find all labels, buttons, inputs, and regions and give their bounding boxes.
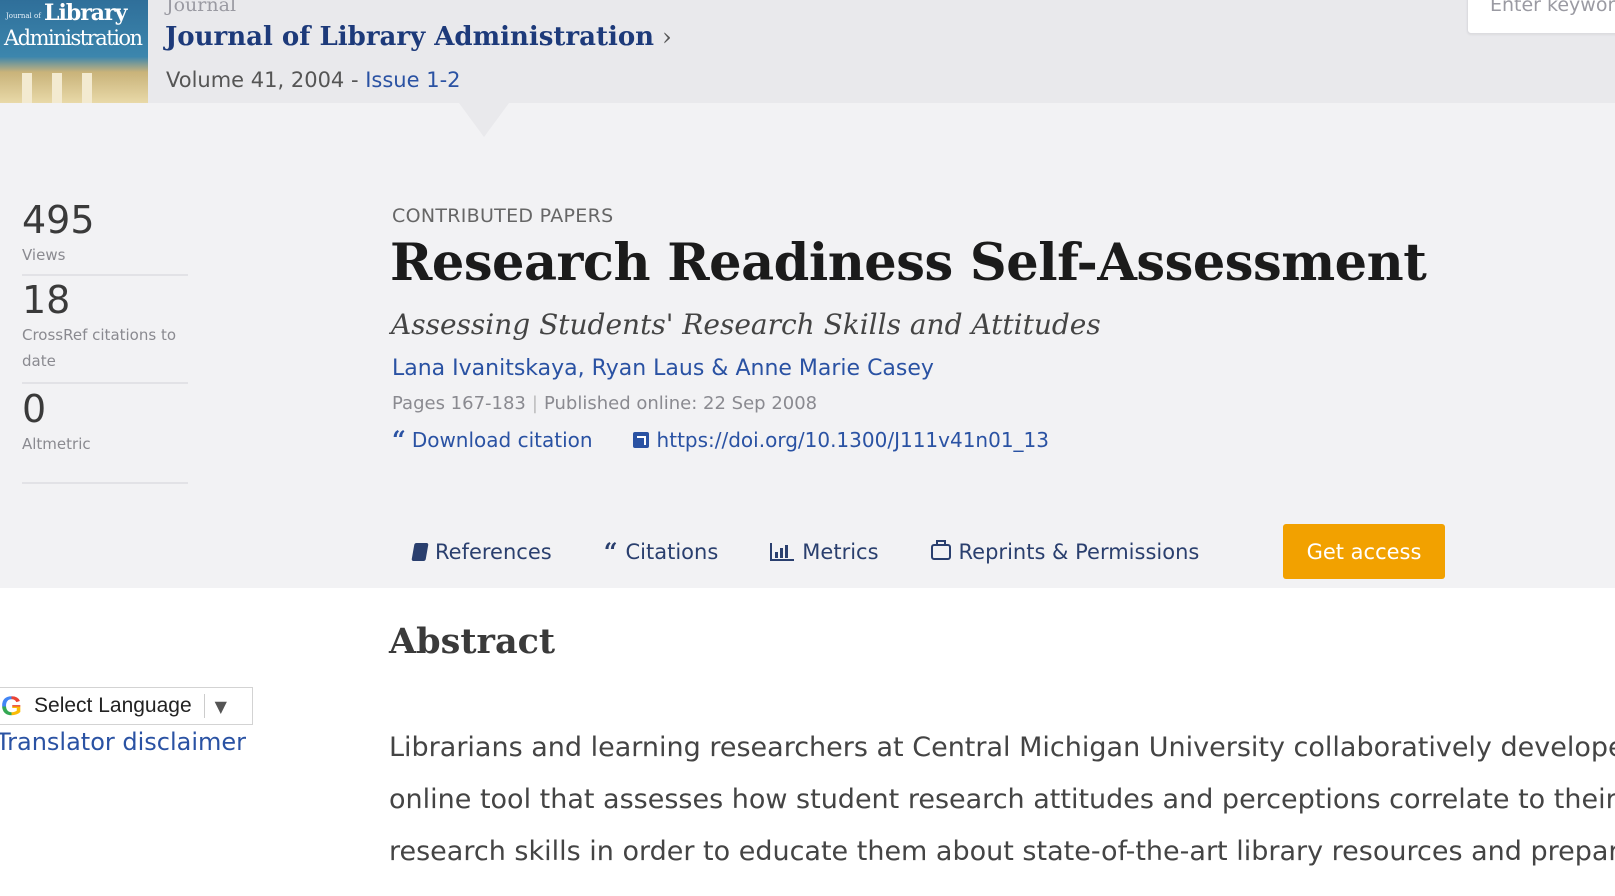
cover-pillar — [22, 73, 32, 103]
translator-disclaimer-link[interactable]: Translator disclaimer — [0, 728, 246, 756]
pages-text: Pages 167-183 — [392, 393, 526, 414]
views-count: 495 — [22, 198, 95, 242]
divider — [203, 694, 205, 718]
search-box[interactable] — [1467, 0, 1615, 34]
tab-citations[interactable]: “ Citations — [603, 537, 719, 566]
cover-pillar — [52, 73, 62, 103]
views-label: Views — [22, 246, 66, 264]
publication-info: Pages 167-183 | Published online: 22 Sep 2… — [392, 393, 817, 414]
cover-text-line2: Administration — [4, 26, 143, 50]
book-icon — [411, 543, 429, 561]
abstract-body: Librarians and learning researchers at C… — [389, 722, 1615, 878]
author-link[interactable]: Lana Ivanitskaya — [392, 356, 578, 381]
metric-altmetric[interactable]: 0 Altmetric — [22, 387, 188, 484]
divider: | — [531, 393, 538, 414]
section-label: CONTRIBUTED PAPERS — [392, 205, 614, 227]
author-list: Lana Ivanitskaya, Ryan Laus & Anne Marie… — [392, 356, 934, 381]
article-title: Research Readiness Self-Assessment — [390, 233, 1427, 293]
author-link[interactable]: Anne Marie Casey — [735, 356, 933, 381]
tab-reprints-permissions[interactable]: Reprints & Permissions — [930, 540, 1200, 564]
tab-metrics-label[interactable]: Metrics — [802, 540, 878, 564]
published-date: Published online: 22 Sep 2008 — [543, 393, 818, 414]
volume-text: Volume 41, 2004 — [166, 68, 345, 92]
altmetric-label: Altmetric — [22, 435, 91, 453]
doi-text[interactable]: https://doi.org/10.1300/J111v41n01_13 — [657, 428, 1049, 452]
issue-link[interactable]: Issue 1-2 — [365, 68, 460, 92]
journal-title-link[interactable]: Journal of Library Administration › — [165, 22, 672, 52]
article-tabs: References “ Citations Metrics Reprints … — [411, 524, 1251, 580]
search-input[interactable] — [1488, 0, 1615, 17]
volume-separator: - — [344, 68, 366, 92]
google-logo-icon: G — [1, 690, 23, 721]
altmetric-count: 0 — [22, 387, 47, 431]
doi-link[interactable]: https://doi.org/10.1300/J111v41n01_13 — [632, 428, 1049, 452]
tab-references[interactable]: References — [411, 540, 552, 564]
abstract-heading: Abstract — [389, 621, 556, 662]
cover-small-text: Journal of — [6, 12, 41, 20]
quote-icon: “ — [603, 537, 618, 566]
print-icon — [930, 540, 951, 560]
metric-views: 495 Views — [22, 198, 188, 276]
journal-label: Journal — [166, 0, 237, 16]
chevron-right-icon: › — [662, 23, 672, 51]
journal-cover-image[interactable]: Journal of Library Administration — [0, 0, 148, 103]
author-separator: & — [711, 356, 729, 381]
journal-title-text[interactable]: Journal of Library Administration — [165, 22, 654, 52]
abstract-line: Librarians and learning researchers at C… — [389, 732, 1615, 763]
cover-pillar — [82, 73, 92, 103]
banner-pointer — [459, 103, 509, 137]
download-citation-label[interactable]: Download citation — [412, 428, 593, 452]
tab-citations-label[interactable]: Citations — [626, 540, 719, 564]
abstract-line: online tool that assesses how student re… — [389, 784, 1615, 815]
get-access-button[interactable]: Get access — [1283, 524, 1445, 579]
language-select[interactable]: G Select Language ▼ — [0, 687, 253, 725]
article-subtitle: Assessing Students' Research Skills and … — [391, 308, 1101, 341]
cover-text-line1: Library — [44, 0, 127, 26]
abstract-line: research skills in order to educate them… — [389, 836, 1615, 867]
tab-metrics[interactable]: Metrics — [770, 540, 879, 564]
metric-crossref[interactable]: 18 CrossRef citations to date — [22, 278, 188, 384]
external-link-icon — [632, 432, 649, 448]
crossref-label: CrossRef citations to date — [22, 326, 177, 370]
download-citation-link[interactable]: “ Download citation — [392, 425, 593, 454]
author-link[interactable]: Ryan Laus — [592, 356, 705, 381]
language-select-label[interactable]: Select Language — [34, 694, 192, 718]
citation-row: “ Download citation https://doi.org/10.1… — [392, 425, 1049, 454]
author-separator: , — [577, 356, 585, 381]
quote-icon: “ — [392, 425, 406, 454]
dropdown-arrow-icon[interactable]: ▼ — [215, 697, 227, 716]
volume-issue-line: Volume 41, 2004 - Issue 1-2 — [166, 68, 461, 92]
crossref-count: 18 — [22, 278, 71, 322]
bar-chart-icon — [770, 543, 795, 561]
tab-reprints-label[interactable]: Reprints & Permissions — [959, 540, 1200, 564]
tab-references-label[interactable]: References — [435, 540, 552, 564]
